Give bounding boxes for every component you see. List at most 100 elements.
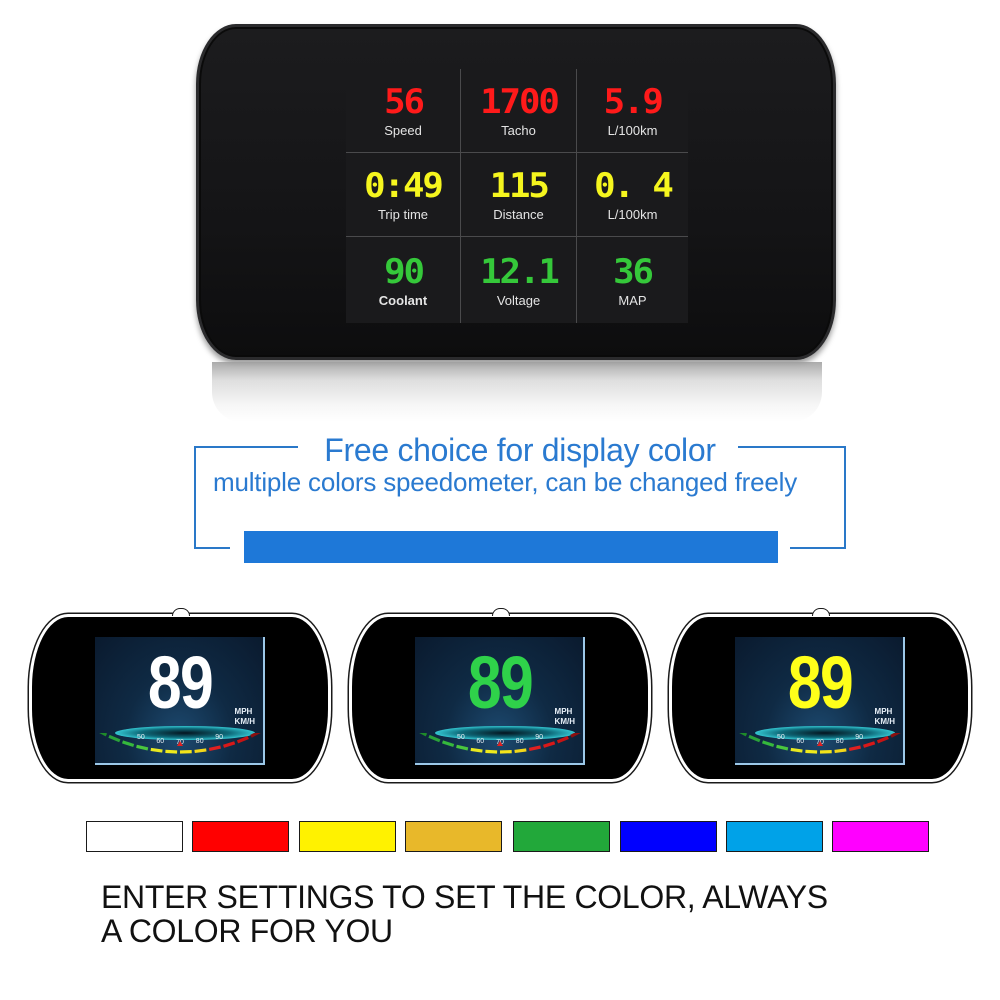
gauge-segment: [863, 741, 876, 748]
hud-label: Tacho: [501, 123, 536, 138]
speedometer-screen: 89 MPHKM/H 30405060708090100120: [735, 637, 905, 765]
swatch-blue[interactable]: [620, 821, 717, 852]
swatch-green[interactable]: [513, 821, 610, 852]
speed-gauge: 30405060708090100120: [739, 733, 901, 754]
gauge-tick-label: 100: [552, 733, 564, 735]
unit-mph: MPH: [554, 707, 573, 716]
hud-data-grid: 56 Speed 1700 Tacho 5.9 L/100km 0:49 Trip ti…: [346, 69, 688, 323]
gauge-segment: [108, 734, 121, 743]
swatch-sky-blue[interactable]: [726, 821, 823, 852]
gauge-tick-label: 50: [457, 734, 465, 741]
gauge-tick-label: 50: [137, 734, 145, 741]
gauge-segment: [528, 745, 541, 751]
speedometer-device-yellow: 89 MPHKM/H 30405060708090100120: [672, 608, 968, 779]
speed-value: 89: [147, 641, 214, 724]
gauge-segment: [876, 736, 889, 744]
gauge-segment: [470, 747, 483, 753]
gauge-tick-label: 90: [535, 734, 543, 741]
gauge-tick-label: 80: [836, 738, 844, 745]
unit-mph: MPH: [874, 707, 893, 716]
hud-value: 0. 4: [593, 166, 674, 206]
footer-line-1: ENTER SETTINGS TO SET THE COLOR, ALWAYS: [101, 879, 828, 915]
device-button: [492, 608, 510, 616]
gauge-tick-label: 40: [438, 733, 446, 735]
hud-value: 115: [489, 166, 549, 206]
gauge-segment: [150, 747, 163, 753]
gauge-segment: [165, 749, 178, 754]
hud-label: MAP: [618, 292, 647, 308]
speed-unit: MPH KM/H: [875, 707, 895, 727]
hud-value: 0:49: [364, 166, 444, 206]
gauge-tick-label: 50: [777, 734, 785, 741]
device-button: [172, 608, 190, 616]
gauge-segment: [250, 733, 261, 738]
gauge-segment: [890, 733, 901, 738]
gauge-segment: [419, 733, 428, 737]
swatch-magenta[interactable]: [832, 821, 929, 852]
hud-value: 5.9: [603, 82, 663, 122]
unit-mph: MPH: [234, 707, 253, 716]
speed-gauge: 30405060708090100120: [99, 733, 261, 754]
hud-label: Trip time: [377, 207, 429, 222]
gauge-tick-label: 100: [232, 733, 244, 735]
gauge-segment: [790, 747, 803, 753]
hud-label: L/100km: [607, 123, 658, 138]
gauge-segment: [776, 744, 789, 751]
speedometer-device-white: 89 MPHKM/H 30405060708090100120: [32, 608, 328, 779]
hud-value: 36: [613, 251, 654, 292]
speed-unit: MPH KM/H: [555, 707, 575, 727]
gauge-tick-label: 90: [215, 734, 223, 741]
unit-kmh: KM/H: [874, 717, 895, 726]
device-reflection: [212, 362, 822, 422]
hud-label: Speed: [384, 123, 422, 138]
gauge-tick-label: 40: [118, 733, 126, 735]
hud-cell-fuel-instant: 5.9 L/100km: [577, 69, 688, 153]
gauge-tick-label: 80: [516, 738, 524, 745]
gauge-segment: [834, 748, 847, 753]
hud-cell-distance: 115 Distance: [461, 153, 577, 237]
gauge-segment: [762, 740, 775, 748]
gauge-tick-label: 100: [872, 733, 884, 735]
gauge-segment: [556, 736, 569, 744]
gauge-tick-label: 60: [476, 738, 484, 745]
banner-title: Free choice for display color: [324, 432, 716, 468]
hud-value: 90: [383, 251, 425, 292]
gauge-segment: [848, 745, 861, 751]
speed-value: 89: [787, 641, 854, 724]
gauge-segment: [514, 748, 527, 753]
gauge-tick-label: 80: [196, 738, 204, 745]
footer-line-2: A COLOR FOR YOU: [101, 913, 393, 949]
device-button: [812, 608, 830, 616]
gauge-segment: [456, 744, 469, 751]
speed-gauge: 30405060708090100120: [419, 733, 581, 754]
hud-cell-trip-time: 0:49 Trip time: [346, 153, 461, 237]
unit-kmh: KM/H: [234, 717, 255, 726]
speedometer-device-green: 89 MPHKM/H 30405060708090100120: [352, 608, 648, 779]
swatch-red[interactable]: [192, 821, 289, 852]
hud-value: 56: [383, 82, 425, 122]
gauge-segment: [122, 740, 135, 748]
swatch-yellow[interactable]: [299, 821, 396, 852]
speed-value: 89: [467, 641, 534, 724]
gauge-segment: [223, 741, 236, 748]
hud-cell-map: 36 MAP: [577, 237, 688, 323]
gauge-tick-label: 60: [156, 738, 164, 745]
hud-value: 12.1: [479, 251, 560, 292]
gauge-segment: [805, 749, 818, 754]
hud-cell-voltage: 12.1 Voltage: [461, 237, 577, 323]
swatch-amber[interactable]: [405, 821, 502, 852]
speed-unit: MPH KM/H: [235, 707, 255, 727]
gauge-segment: [236, 736, 249, 744]
swatch-white[interactable]: [86, 821, 183, 852]
gauge-segment: [208, 745, 221, 751]
gauge-segment: [442, 740, 455, 748]
speedometer-screen: 89 MPHKM/H 30405060708090100120: [415, 637, 585, 765]
gauge-segment: [485, 749, 498, 754]
gauge-tick-label: 90: [855, 734, 863, 741]
hud-cell-fuel-average: 0. 4 L/100km: [577, 153, 688, 237]
banner-accent-bar: [244, 531, 778, 563]
footer-caption: ENTER SETTINGS TO SET THE COLOR, ALWAYS …: [101, 880, 941, 948]
gauge-tick-label: 40: [758, 733, 766, 735]
gauge-segment: [570, 733, 581, 738]
hud-label: Coolant: [378, 292, 428, 308]
